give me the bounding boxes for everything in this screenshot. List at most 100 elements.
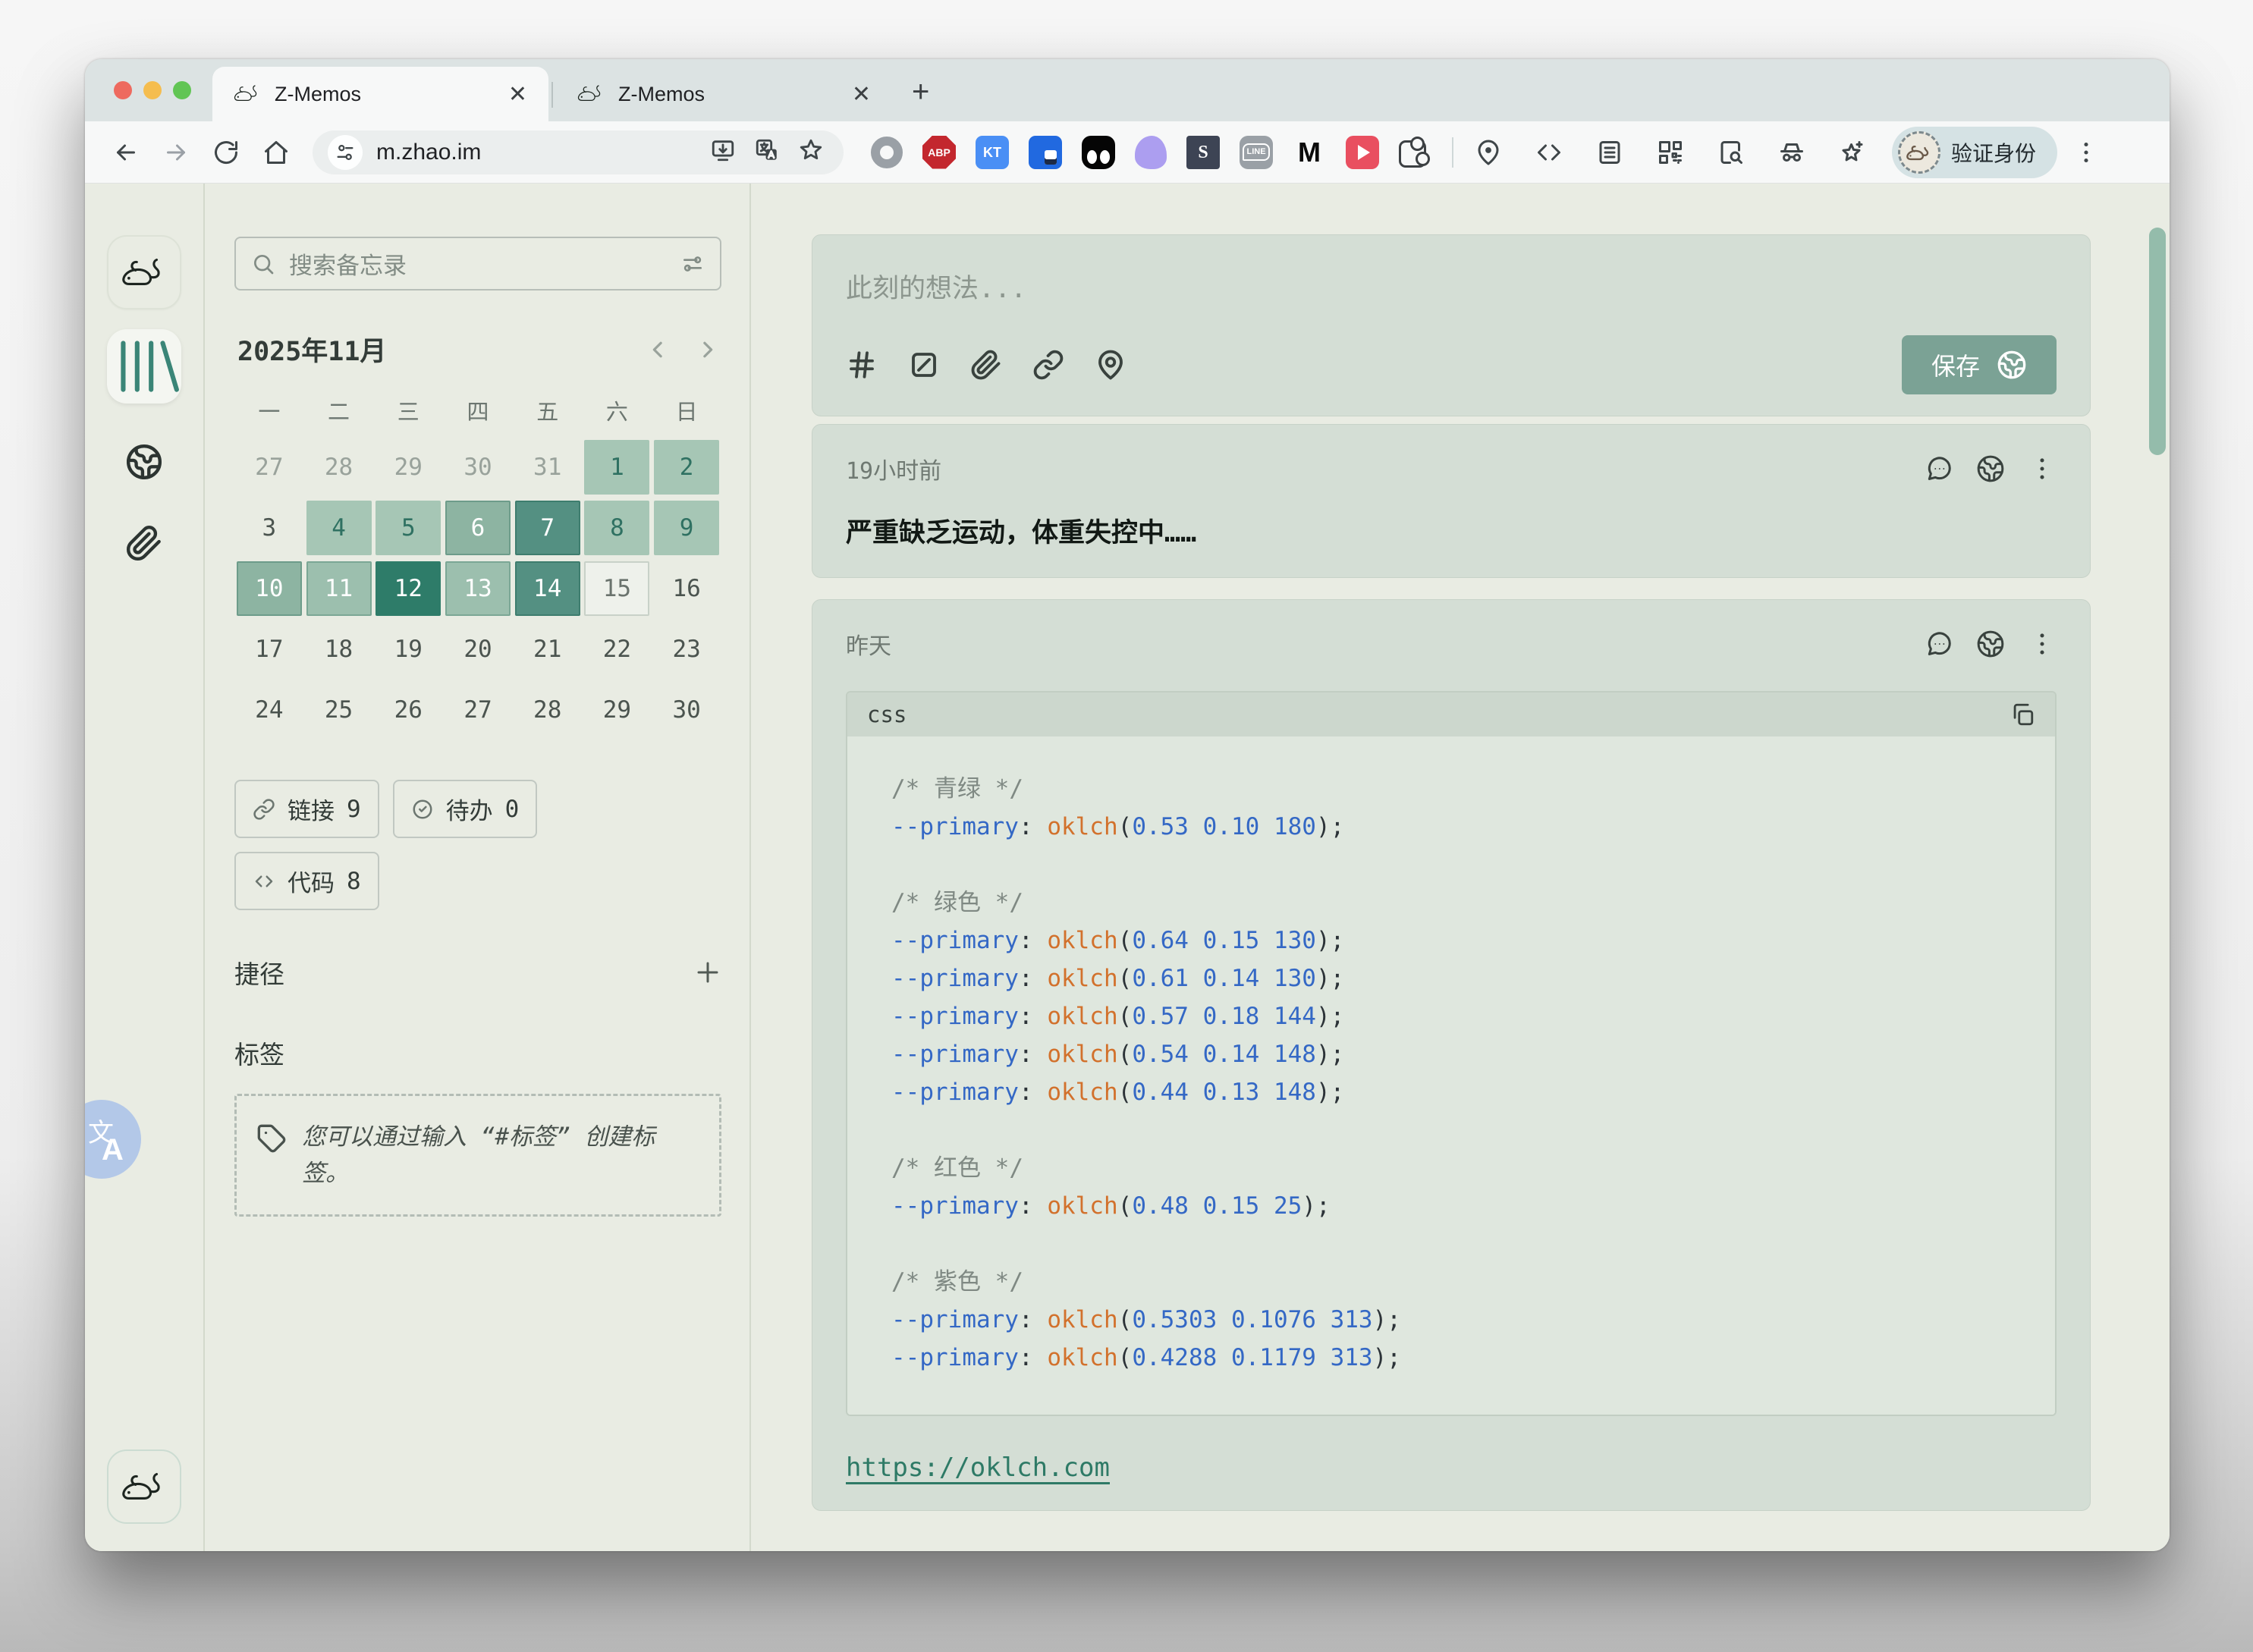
calendar-day-12[interactable]: 12 (376, 561, 441, 616)
location-icon[interactable] (1095, 349, 1126, 381)
location-pin-icon[interactable] (1467, 131, 1510, 174)
extension-doc-lock-icon[interactable] (1029, 136, 1062, 169)
calendar-day-28[interactable]: 28 (306, 440, 372, 495)
calendar-day-7[interactable]: 7 (515, 501, 580, 555)
bookmark-star-icon[interactable] (798, 137, 828, 168)
extension-s-app-icon[interactable]: S (1186, 136, 1220, 169)
calendar-day-30[interactable]: 30 (445, 440, 511, 495)
zoom-window-button[interactable] (173, 81, 191, 99)
attach-icon[interactable] (970, 349, 1002, 381)
calendar-day-24[interactable]: 24 (237, 683, 302, 737)
calendar-day-16[interactable]: 16 (654, 561, 719, 616)
extension-ghost-icon[interactable] (1135, 136, 1167, 169)
tab-close-icon[interactable]: ✕ (504, 81, 532, 108)
extension-medium-icon[interactable]: M (1293, 136, 1326, 169)
stat-code[interactable]: 代码 8 (234, 852, 379, 910)
floating-translate-bubble[interactable]: 文 A (85, 1100, 141, 1179)
save-button[interactable]: 保存 (1902, 335, 2057, 394)
calendar-day-21[interactable]: 21 (515, 622, 580, 677)
extension-kt-icon[interactable]: KT (976, 136, 1009, 169)
calendar-day-25[interactable]: 25 (306, 683, 372, 737)
close-window-button[interactable] (114, 81, 132, 99)
extension-panda-icon[interactable] (1082, 136, 1115, 169)
calendar-next-icon[interactable] (696, 338, 718, 361)
form-list-icon[interactable] (1588, 131, 1631, 174)
calendar-day-15[interactable]: 15 (584, 561, 649, 616)
install-app-icon[interactable] (710, 137, 740, 168)
back-icon[interactable] (105, 131, 147, 174)
calendar-day-3[interactable]: 3 (237, 501, 302, 555)
calendar-day-27[interactable]: 27 (445, 683, 511, 737)
calendar-day-28[interactable]: 28 (515, 683, 580, 737)
more-menu-icon[interactable] (2028, 630, 2057, 658)
footer-mouse-button[interactable] (107, 1449, 181, 1524)
calendar-day-10[interactable]: 10 (237, 561, 302, 616)
calendar-day-31[interactable]: 31 (515, 440, 580, 495)
profile-chip[interactable]: 验证身份 (1892, 127, 2057, 178)
site-settings-icon[interactable] (328, 135, 363, 170)
calendar-day-23[interactable]: 23 (654, 622, 719, 677)
incognito-icon[interactable] (1771, 131, 1813, 174)
extension-adblock-plus-icon[interactable]: ABP (922, 136, 956, 169)
visibility-globe-icon[interactable] (1976, 454, 2005, 483)
translate-icon[interactable] (754, 137, 784, 168)
calendar-day-27[interactable]: 27 (237, 440, 302, 495)
attachments-paperclip-icon[interactable] (125, 524, 163, 566)
extension-gray-ring-icon[interactable] (871, 137, 903, 168)
calendar-day-22[interactable]: 22 (584, 622, 649, 677)
home-icon[interactable] (255, 131, 297, 174)
app-logo-mouse-button[interactable] (107, 235, 181, 309)
calendar-day-29[interactable]: 29 (584, 683, 649, 737)
stat-todos[interactable]: 待办 0 (393, 780, 538, 838)
extension-line-icon[interactable]: LINE (1240, 136, 1273, 169)
add-shortcut-icon[interactable] (694, 959, 721, 986)
forward-icon[interactable] (155, 131, 197, 174)
reload-icon[interactable] (205, 131, 247, 174)
comment-icon[interactable] (1925, 454, 1953, 483)
memo-link[interactable]: https://oklch.com (846, 1453, 1110, 1483)
copy-icon[interactable] (2009, 702, 2035, 727)
calendar-day-19[interactable]: 19 (376, 622, 441, 677)
page-scrollbar[interactable] (2149, 228, 2166, 455)
extension-extensions-puzzle-icon[interactable] (1399, 140, 1426, 168)
calendar-day-6[interactable]: 6 (445, 501, 511, 555)
minimize-window-button[interactable] (143, 81, 162, 99)
address-bar[interactable]: m.zhao.im (313, 130, 844, 174)
more-menu-icon[interactable] (2028, 454, 2057, 483)
browser-menu-icon[interactable] (2065, 131, 2107, 174)
image-icon[interactable] (908, 349, 940, 381)
calendar-day-30[interactable]: 30 (654, 683, 719, 737)
url-text[interactable]: m.zhao.im (376, 140, 696, 165)
new-tab-button[interactable]: + (892, 75, 949, 121)
stat-links[interactable]: 链接 9 (234, 780, 379, 838)
tab-close-icon[interactable]: ✕ (847, 81, 875, 108)
tab-z-memos-active[interactable]: Z-Memos ✕ (212, 67, 548, 121)
visibility-globe-icon[interactable] (1976, 630, 2005, 658)
calendar-day-26[interactable]: 26 (376, 683, 441, 737)
explore-globe-icon[interactable] (125, 443, 163, 485)
calendar-day-13[interactable]: 13 (445, 561, 511, 616)
calendar-day-11[interactable]: 11 (306, 561, 372, 616)
memo-search-input[interactable]: 搜索备忘录 (234, 237, 721, 291)
search-filter-icon[interactable] (680, 252, 705, 276)
link-icon[interactable] (1032, 349, 1064, 381)
calendar-day-17[interactable]: 17 (237, 622, 302, 677)
qr-code-icon[interactable] (1649, 131, 1692, 174)
calendar-day-9[interactable]: 9 (654, 501, 719, 555)
calendar-day-29[interactable]: 29 (376, 440, 441, 495)
tab-z-memos-inactive[interactable]: Z-Memos ✕ (556, 67, 892, 121)
memo-editor[interactable]: 此刻的想法... 保存 (812, 234, 2091, 416)
calendar-day-4[interactable]: 4 (306, 501, 372, 555)
calendar-day-1[interactable]: 1 (584, 440, 649, 495)
hashtag-icon[interactable] (846, 349, 878, 381)
calendar-day-8[interactable]: 8 (584, 501, 649, 555)
star-sparkle-icon[interactable] (1831, 131, 1874, 174)
calendar-day-2[interactable]: 2 (654, 440, 719, 495)
calendar-prev-icon[interactable] (647, 338, 670, 361)
calendar-day-20[interactable]: 20 (445, 622, 511, 677)
calendar-day-5[interactable]: 5 (376, 501, 441, 555)
calendar-day-18[interactable]: 18 (306, 622, 372, 677)
library-nav-button[interactable] (107, 329, 181, 404)
code-brackets-icon[interactable] (1528, 131, 1570, 174)
comment-icon[interactable] (1925, 630, 1953, 658)
